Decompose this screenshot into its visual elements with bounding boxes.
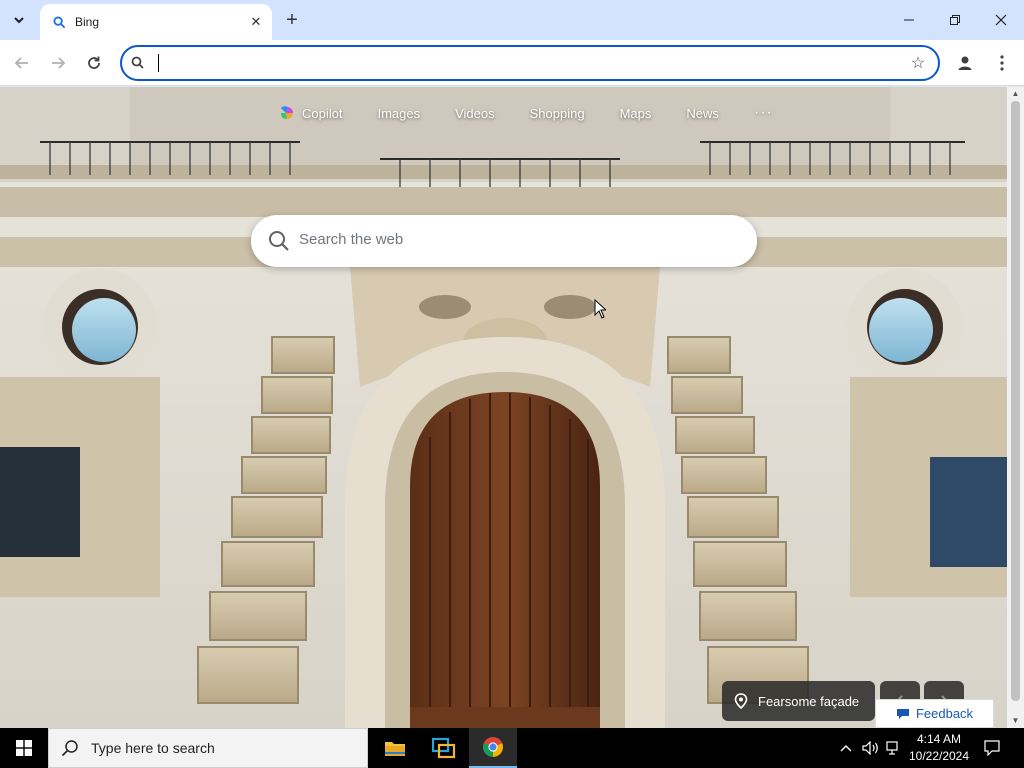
search-icon [52, 15, 66, 29]
reload-icon [88, 56, 100, 69]
back-button[interactable] [8, 49, 36, 77]
nav-copilot[interactable]: Copilot [278, 104, 342, 122]
bookmark-star-icon[interactable]: ☆ [908, 53, 928, 73]
chevron-down-icon [14, 17, 24, 24]
address-input[interactable] [156, 52, 896, 74]
restore-icon [950, 15, 960, 25]
start-button[interactable] [0, 728, 48, 768]
minimize-button[interactable] [886, 0, 932, 40]
folder-icon [385, 742, 405, 756]
chevron-up-icon [840, 745, 852, 752]
arrow-left-icon [14, 57, 28, 69]
taskbar-search-placeholder: Type here to search [91, 740, 215, 756]
close-icon [995, 14, 1007, 26]
taskbar-remote-app[interactable] [420, 728, 468, 768]
background-photo [0, 87, 1007, 728]
mouse-cursor-icon [594, 299, 606, 319]
image-info-button[interactable]: Fearsome façade [722, 681, 875, 721]
more-menu-icon[interactable]: ··· [754, 104, 773, 122]
nav-images[interactable]: Images [377, 106, 420, 121]
taskbar-chrome[interactable] [469, 728, 517, 768]
nav-shopping[interactable]: Shopping [530, 106, 585, 121]
location-pin-icon [734, 693, 748, 709]
feedback-button[interactable]: Feedback [875, 699, 994, 728]
profile-icon[interactable] [954, 52, 976, 74]
page-scrollbar[interactable]: ▲ ▼ [1007, 87, 1024, 728]
show-hidden-icons-button[interactable] [836, 728, 856, 768]
browser-toolbar: ☆ [0, 40, 1024, 86]
search-placeholder: Search the web [299, 231, 404, 248]
network-button[interactable] [884, 728, 904, 768]
close-window-button[interactable] [978, 0, 1024, 40]
speaker-icon [862, 741, 878, 755]
remote-desktop-icon [432, 737, 456, 759]
feedback-icon [896, 708, 909, 719]
chrome-icon [483, 737, 503, 757]
notification-icon [984, 740, 1000, 756]
close-icon[interactable]: ✕ [246, 12, 266, 32]
tab-bing[interactable]: Bing ✕ [40, 4, 272, 40]
tab-search-button[interactable] [6, 7, 32, 33]
notifications-button[interactable] [980, 728, 1004, 768]
nav-videos[interactable]: Videos [455, 106, 495, 121]
clock-time: 4:14 AM [916, 732, 962, 746]
arrow-right-icon [52, 57, 66, 69]
search-icon [61, 740, 78, 757]
taskbar-clock[interactable]: 4:14 AM 10/22/2024 [902, 731, 976, 765]
bing-top-nav: Copilot Images Videos Shopping Maps News… [278, 101, 773, 125]
scrollbar-thumb[interactable] [1011, 101, 1020, 701]
address-bar[interactable]: ☆ [120, 45, 940, 81]
search-icon [131, 56, 144, 69]
minimize-icon [904, 19, 914, 21]
windows-taskbar: Type here to search 4:14 AM 10/22/2024 [0, 728, 1024, 768]
nav-news[interactable]: News [686, 106, 719, 121]
reload-button[interactable] [80, 49, 108, 77]
new-tab-button[interactable]: + [280, 8, 304, 32]
copilot-icon [281, 106, 293, 119]
feedback-label: Feedback [915, 706, 974, 721]
nav-copilot-label: Copilot [302, 105, 343, 121]
clock-date: 10/22/2024 [908, 749, 970, 763]
taskbar-search-box[interactable]: Type here to search [48, 728, 368, 768]
nav-maps[interactable]: Maps [620, 106, 652, 121]
scroll-up-icon[interactable]: ▲ [1011, 89, 1020, 99]
forward-button[interactable] [44, 49, 72, 77]
image-title: Fearsome façade [758, 693, 860, 709]
text-caret [158, 54, 159, 72]
tab-strip: Bing ✕ + [0, 0, 1024, 40]
restore-button[interactable] [932, 0, 978, 40]
search-icon [269, 231, 289, 251]
page-viewport: Copilot Images Videos Shopping Maps News… [0, 87, 1007, 728]
bing-search-box[interactable]: Search the web [251, 215, 757, 267]
windows-logo-icon [16, 740, 32, 756]
kebab-menu-icon[interactable] [992, 52, 1012, 74]
network-icon [886, 741, 898, 755]
volume-button[interactable] [860, 728, 882, 768]
tab-title: Bing [75, 15, 100, 29]
taskbar-file-explorer[interactable] [371, 728, 419, 768]
scroll-down-icon[interactable]: ▼ [1011, 716, 1020, 726]
